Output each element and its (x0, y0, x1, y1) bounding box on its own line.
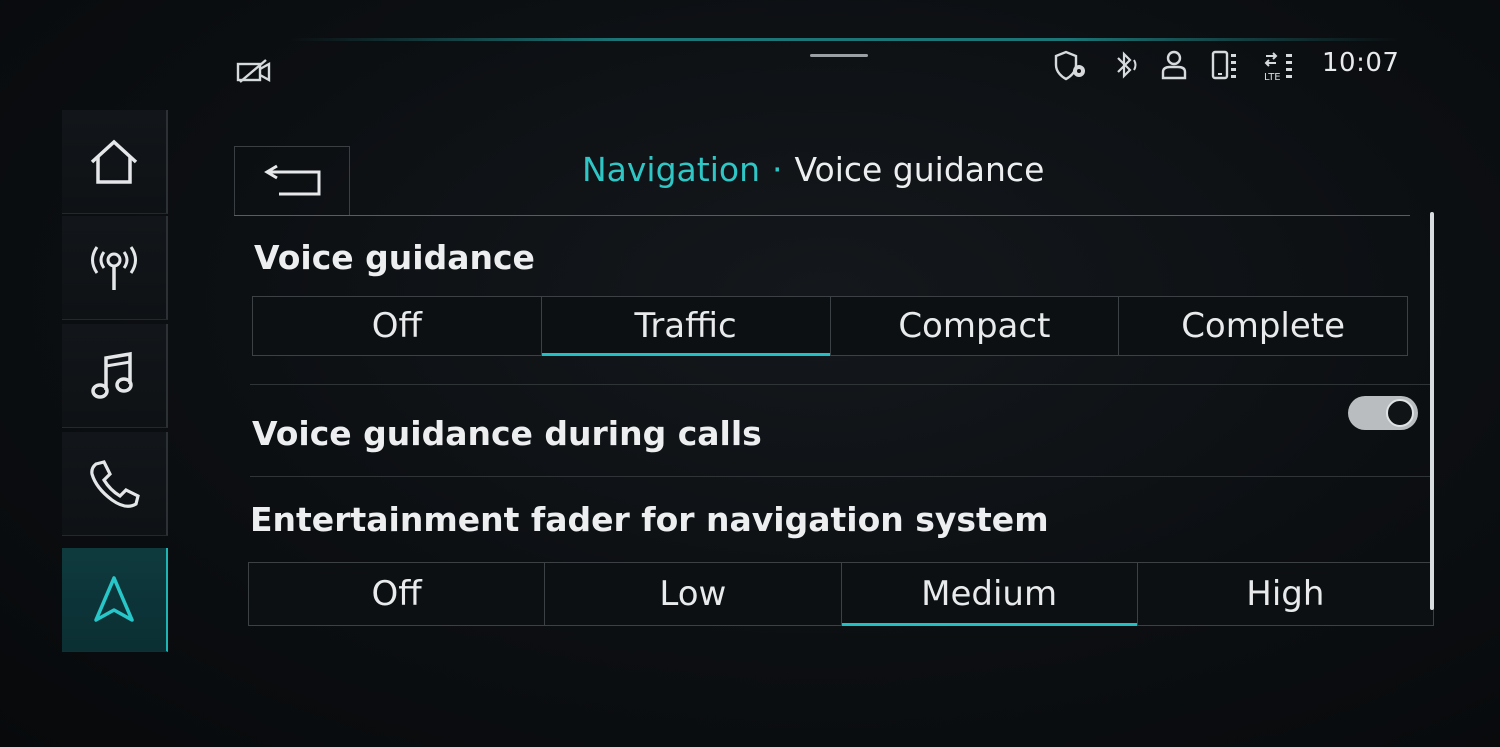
divider (250, 384, 1430, 385)
status-bar: LTE 10:07 (230, 38, 1410, 88)
bluetooth-icon (1110, 50, 1140, 80)
side-navigation-rail (62, 110, 168, 662)
rail-item-home[interactable] (62, 110, 168, 214)
breadcrumb-separator: · (772, 150, 783, 189)
location-shield-icon (1052, 50, 1088, 82)
rail-item-navigation[interactable] (62, 548, 168, 652)
music-note-icon (91, 351, 133, 399)
option-label: Complete (1181, 306, 1346, 346)
calls-toggle[interactable] (1348, 396, 1418, 430)
scrollbar[interactable] (1430, 212, 1434, 610)
fader-selector: Off Low Medium High (248, 562, 1434, 626)
status-glow (290, 38, 1400, 41)
page-title: Voice guidance (794, 150, 1045, 189)
option-label: Low (659, 574, 727, 614)
back-button[interactable] (234, 146, 350, 216)
option-label: Traffic (634, 306, 737, 346)
back-arrow-icon (264, 164, 321, 195)
home-icon (90, 139, 138, 184)
voice-guidance-option-compact[interactable]: Compact (831, 297, 1120, 355)
antenna-icon (91, 245, 137, 290)
phone-battery-icon (1210, 50, 1240, 82)
fader-option-low[interactable]: Low (545, 563, 842, 625)
fader-option-high[interactable]: High (1138, 563, 1433, 625)
fader-option-medium[interactable]: Medium (841, 563, 1138, 626)
calls-setting-label: Voice guidance during calls (252, 414, 762, 453)
voice-guidance-option-traffic[interactable]: Traffic (541, 297, 831, 356)
page-header: Navigation · Voice guidance (234, 132, 1410, 216)
no-camera-icon (236, 58, 272, 84)
breadcrumb: Navigation · Voice guidance (582, 150, 1044, 189)
voice-guidance-title: Voice guidance (254, 238, 535, 277)
voice-guidance-option-off[interactable]: Off (253, 297, 542, 355)
option-label: Off (371, 306, 422, 346)
phone-icon (90, 459, 140, 508)
fader-title: Entertainment fader for navigation syste… (250, 500, 1049, 539)
rail-item-radio[interactable] (62, 216, 168, 320)
navigation-arrow-icon (94, 575, 134, 622)
lte-signal-icon: LTE (1262, 50, 1296, 82)
user-icon (1160, 50, 1188, 80)
option-label: Off (371, 574, 422, 614)
voice-guidance-option-complete[interactable]: Complete (1119, 297, 1407, 355)
divider (250, 476, 1430, 477)
clock: 10:07 (1322, 48, 1400, 78)
option-label: High (1246, 574, 1325, 614)
lte-label: LTE (1264, 72, 1281, 82)
header-divider (234, 215, 1410, 216)
toggle-knob (1386, 399, 1414, 427)
option-label: Compact (898, 306, 1051, 346)
breadcrumb-parent[interactable]: Navigation (582, 150, 760, 189)
rail-item-phone[interactable] (62, 432, 168, 536)
rail-item-media[interactable] (62, 324, 168, 428)
pull-down-handle[interactable] (810, 54, 868, 57)
voice-guidance-selector: Off Traffic Compact Complete (252, 296, 1408, 356)
fader-option-off[interactable]: Off (249, 563, 546, 625)
option-label: Medium (921, 574, 1058, 614)
